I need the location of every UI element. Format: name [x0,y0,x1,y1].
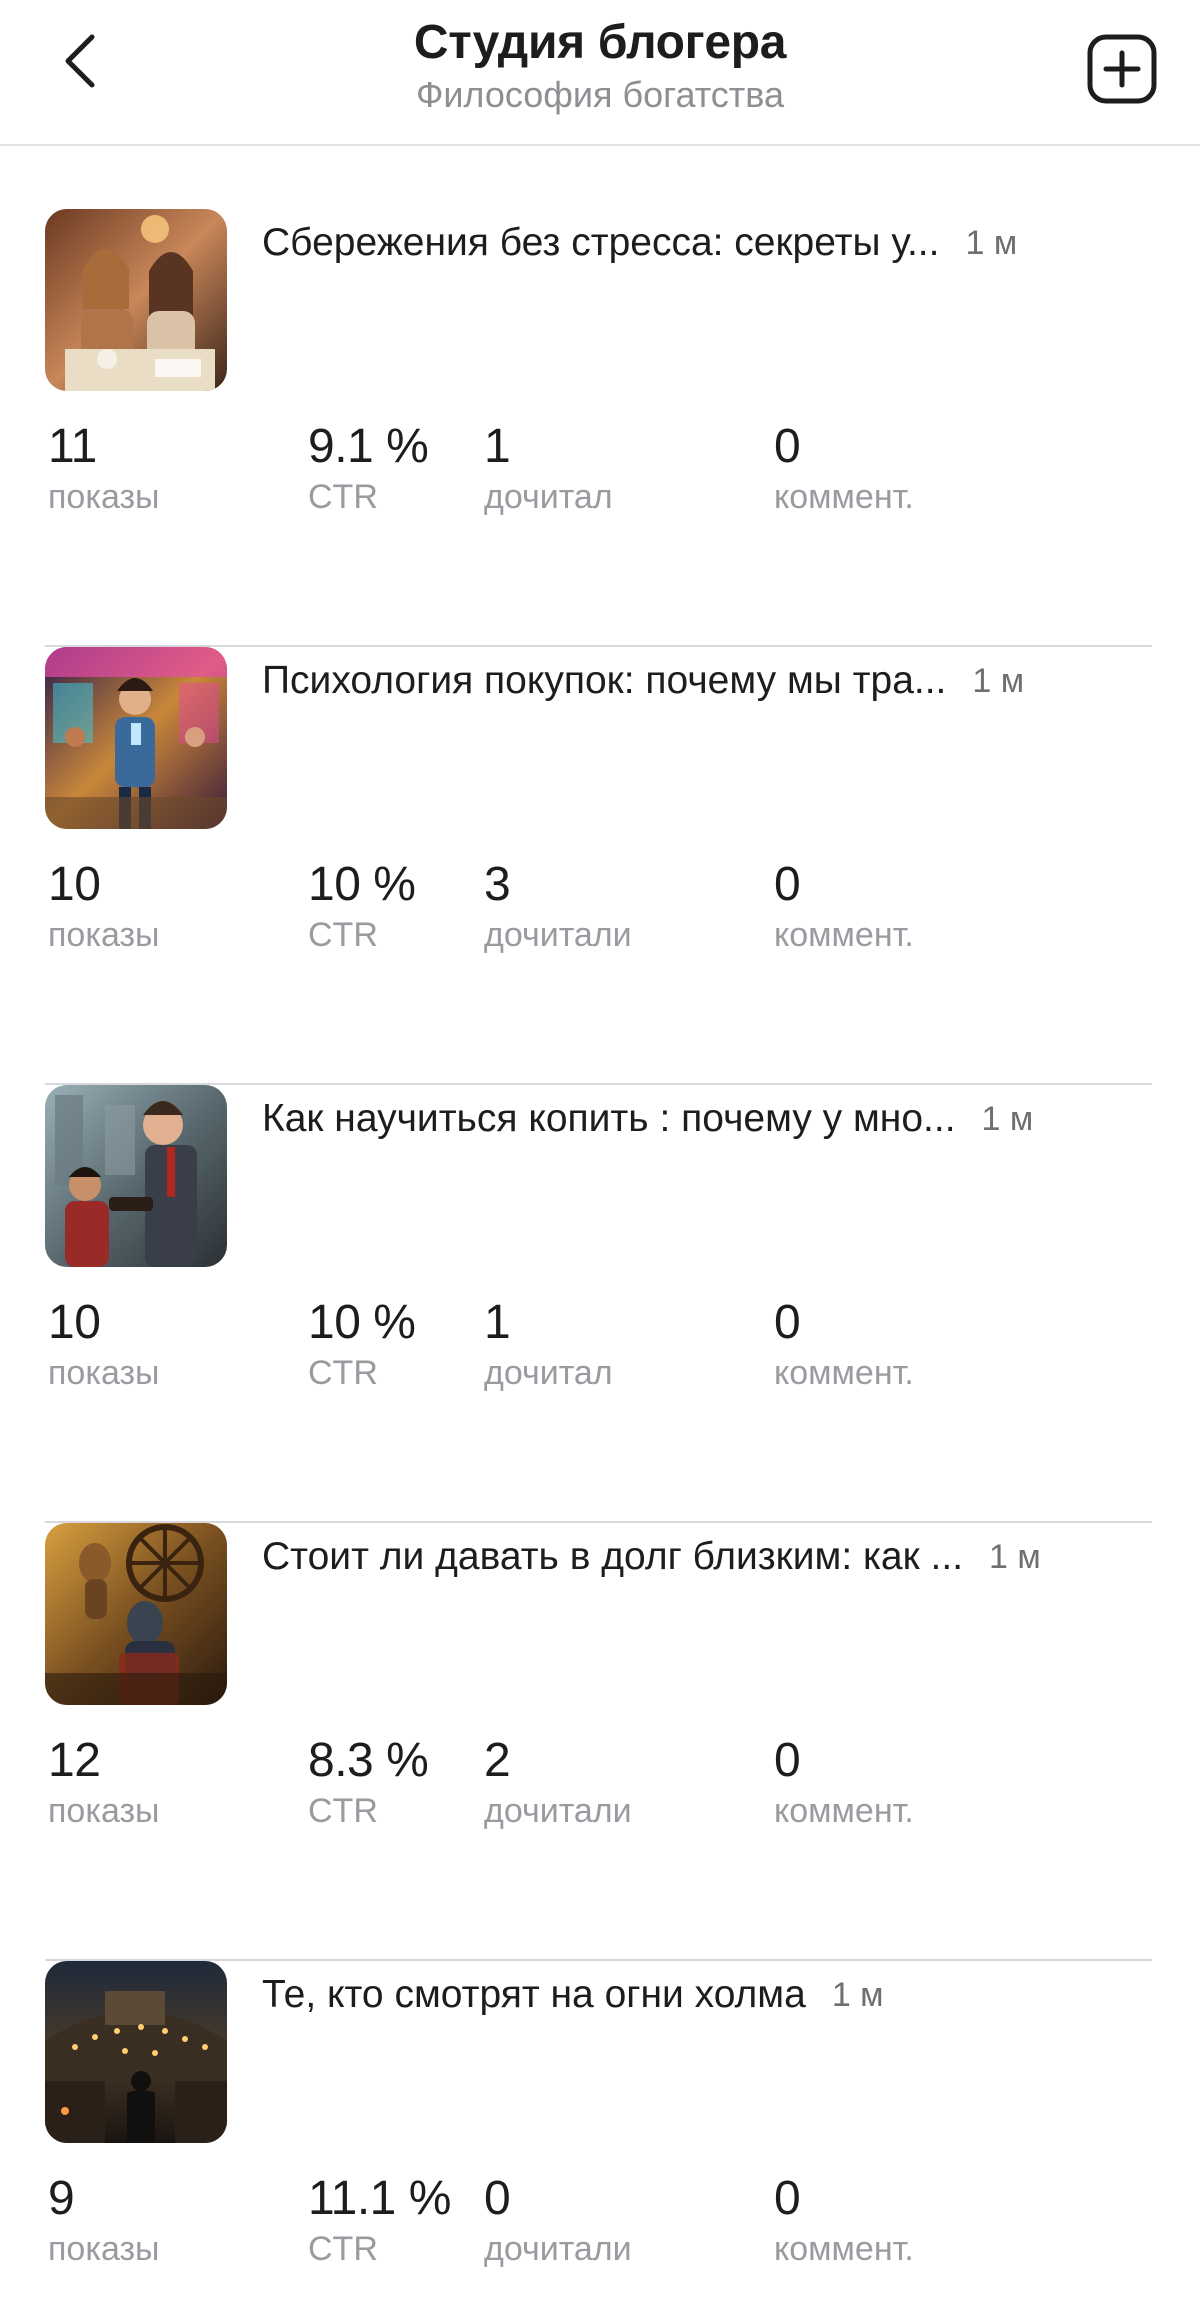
stat-impressions: 12 показы [48,1733,160,1833]
stat-label: CTR [308,916,378,954]
stat-read-through: 0 дочитали [484,2171,632,2271]
stat-value: 10 [48,1296,101,1349]
stat-label: дочитал [484,1354,613,1392]
stat-ctr: 10 % CTR [308,1295,416,1395]
stat-label: CTR [308,1792,378,1830]
stat-label: CTR [308,2230,378,2268]
stat-value: 11 [48,420,97,473]
article-item[interactable]: Те, кто смотрят на огни холма 1 м 9 пока… [0,1961,1200,2306]
article-title-row[interactable]: Психология покупок: почему мы тра... 1 м [262,651,1152,711]
article-time: 1 м [989,1537,1041,1576]
stat-impressions: 9 показы [48,2171,160,2271]
stat-value: 8.3 % [308,1734,429,1787]
stat-label: CTR [308,478,378,516]
stat-value: 12 [48,1734,101,1787]
stat-label: коммент. [774,478,914,516]
article-title[interactable]: Как научиться копить : почему у мно... [262,1097,956,1141]
stat-read-through: 2 дочитали [484,1733,632,1833]
article-time: 1 м [981,1099,1034,1138]
article-item[interactable]: Сбережения без стресса: секреты у... 1 м… [0,209,1200,647]
stat-value: 0 [484,2172,511,2225]
stat-value: 1 [484,420,511,473]
stat-label: показы [48,916,160,954]
stat-label: дочитали [484,1792,632,1830]
stat-value: 1 [484,1296,511,1349]
stat-label: CTR [308,1354,378,1392]
stat-value: 3 [484,858,511,911]
stat-value: 11.1 % [308,2172,451,2225]
article-title-row[interactable]: Сбережения без стресса: секреты у... 1 м [262,213,1152,273]
stat-read-through: 1 дочитал [484,419,613,519]
stat-comments: 0 коммент. [774,857,914,957]
stat-label: дочитали [484,2230,632,2268]
stat-comments: 0 коммент. [774,419,914,519]
stat-label: показы [48,1354,160,1392]
page-subtitle: Философия богатства [415,74,785,115]
article-thumbnail[interactable] [45,209,227,391]
stat-comments: 0 коммент. [774,1295,914,1395]
stat-value: 10 % [308,858,416,911]
chevron-left-icon [65,34,95,88]
stat-value: 0 [774,420,801,473]
stat-value: 9.1 % [308,420,429,473]
stat-label: коммент. [774,1354,914,1392]
article-thumbnail[interactable] [45,1085,227,1267]
article-item[interactable]: Как научиться копить : почему у мно... 1… [0,1085,1200,1523]
article-title[interactable]: Сбережения без стресса: секреты у... [262,221,939,265]
article-thumbnail[interactable] [45,1961,227,2143]
stat-label: показы [48,478,160,516]
add-post-button[interactable] [1086,33,1158,105]
back-button[interactable] [48,26,112,96]
stat-value: 0 [774,1296,801,1349]
article-time: 1 м [972,661,1025,700]
stat-impressions: 10 показы [48,1295,160,1395]
header-titles: Студия блогера Философия богатства [200,14,1000,118]
stat-label: коммент. [774,1792,914,1830]
article-title-row[interactable]: Стоит ли давать в долг близким: как ... … [262,1527,1152,1587]
article-time: 1 м [965,223,1018,262]
stat-read-through: 3 дочитали [484,857,632,957]
stat-value: 9 [48,2172,75,2225]
stat-comments: 0 коммент. [774,2171,914,2271]
stat-label: дочитал [484,478,613,516]
stat-value: 2 [484,1734,511,1787]
article-title-row[interactable]: Как научиться копить : почему у мно... 1… [262,1089,1152,1149]
blogger-studio-screen: Студия блогера Философия богатства Сбере… [0,0,1200,2306]
plus-square-icon [1087,34,1157,104]
page-title: Студия блогера [413,16,787,69]
article-item[interactable]: Стоит ли давать в долг близким: как ... … [0,1523,1200,1961]
article-title[interactable]: Те, кто смотрят на огни холма [262,1973,806,2017]
header: Студия блогера Философия богатства [0,0,1200,146]
stat-label: коммент. [774,2230,914,2268]
stat-label: показы [48,1792,160,1830]
stat-comments: 0 коммент. [774,1733,914,1833]
stat-value: 0 [774,858,801,911]
stat-ctr: 9.1 % CTR [308,419,429,519]
article-title[interactable]: Стоит ли давать в долг близким: как ... [262,1535,963,1579]
stat-label: дочитали [484,916,632,954]
article-item[interactable]: Психология покупок: почему мы тра... 1 м… [0,647,1200,1085]
article-title-row[interactable]: Те, кто смотрят на огни холма 1 м [262,1965,1152,2025]
stat-label: показы [48,2230,160,2268]
stat-read-through: 1 дочитал [484,1295,613,1395]
stat-ctr: 10 % CTR [308,857,416,957]
stat-ctr: 8.3 % CTR [308,1733,429,1833]
stat-ctr: 11.1 % CTR [308,2171,451,2271]
article-thumbnail[interactable] [45,647,227,829]
article-title[interactable]: Психология покупок: почему мы тра... [262,659,946,703]
article-thumbnail[interactable] [45,1523,227,1705]
stat-label: коммент. [774,916,914,954]
stat-value: 10 [48,858,101,911]
stat-value: 0 [774,2172,801,2225]
stat-value: 0 [774,1734,801,1787]
stat-impressions: 11 показы [48,419,160,519]
stat-value: 10 % [308,1296,416,1349]
stat-impressions: 10 показы [48,857,160,957]
article-time: 1 м [831,1975,884,2014]
